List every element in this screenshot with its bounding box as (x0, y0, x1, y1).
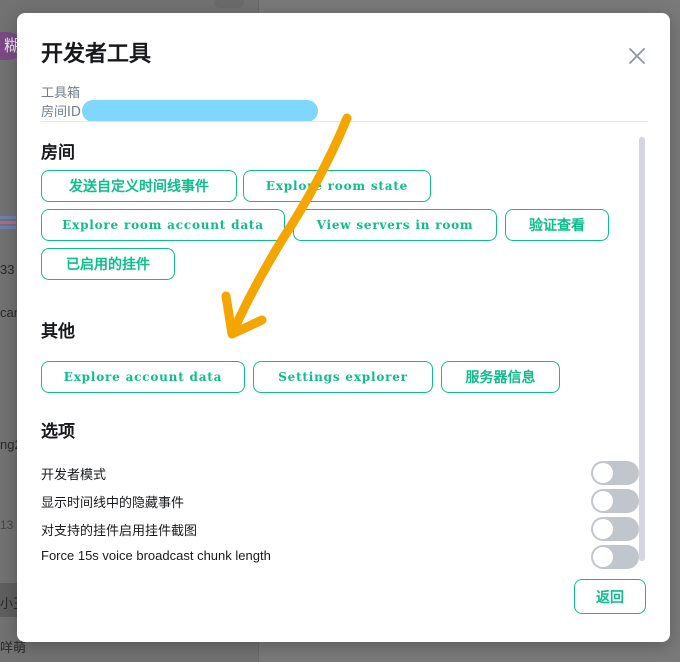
option-label: 显示时间线中的隐藏事件 (41, 495, 185, 510)
verification-explorer-button[interactable]: 验证查看 (505, 209, 609, 241)
devtools-dialog: 开发者工具 工具箱 房间ID 房间 发送自定义时间线事件 Explore roo… (17, 13, 670, 642)
room-id-redaction (81, 99, 318, 122)
option-row-developer-mode: 开发者模式 (41, 461, 639, 485)
toggle-knob (593, 491, 613, 511)
background-top-button (214, 0, 244, 8)
explore-account-data-button[interactable]: Explore account data (41, 361, 245, 393)
widget-screenshots-toggle[interactable] (591, 517, 639, 541)
toggle-knob (593, 547, 613, 567)
background-text: 13 (0, 518, 14, 532)
view-servers-in-room-button[interactable]: View servers in room (293, 209, 497, 241)
section-heading-room: 房间 (41, 143, 75, 163)
explore-room-account-data-button[interactable]: Explore room account data (41, 209, 285, 241)
close-button[interactable] (626, 45, 648, 67)
toggle-knob (593, 463, 613, 483)
scrollbar-thumb[interactable] (639, 137, 645, 561)
divider (41, 121, 648, 122)
option-label: 开发者模式 (41, 467, 107, 482)
background-text: 33 (0, 262, 15, 277)
room-id-row: 房间ID (41, 99, 318, 122)
option-row-voice-broadcast: Force 15s voice broadcast chunk length (41, 545, 639, 569)
option-label: 对支持的挂件启用挂件截图 (41, 523, 198, 538)
option-row-widget-screenshots: 对支持的挂件启用挂件截图 (41, 517, 639, 541)
section-heading-other: 其他 (41, 322, 75, 342)
back-button[interactable]: 返回 (574, 579, 646, 614)
voice-broadcast-chunk-toggle[interactable] (591, 545, 639, 569)
explore-room-state-button[interactable]: Explore room state (243, 170, 431, 202)
option-label: Force 15s voice broadcast chunk length (41, 548, 271, 563)
close-icon (629, 48, 645, 64)
background-icon (0, 216, 16, 230)
scrollbar-track[interactable] (639, 137, 645, 561)
active-widgets-button[interactable]: 已启用的挂件 (41, 248, 175, 280)
section-heading-options: 选项 (41, 422, 75, 442)
room-id-label: 房间ID (41, 105, 81, 120)
developer-mode-toggle[interactable] (591, 461, 639, 485)
send-custom-timeline-event-button[interactable]: 发送自定义时间线事件 (41, 170, 237, 202)
option-row-hidden-events: 显示时间线中的隐藏事件 (41, 489, 639, 513)
hidden-events-toggle[interactable] (591, 489, 639, 513)
toggle-knob (593, 519, 613, 539)
settings-explorer-button[interactable]: Settings explorer (253, 361, 433, 393)
server-info-button[interactable]: 服务器信息 (441, 361, 560, 393)
dialog-title: 开发者工具 (41, 42, 152, 67)
dialog-meta: 工具箱 房间ID (41, 84, 318, 122)
